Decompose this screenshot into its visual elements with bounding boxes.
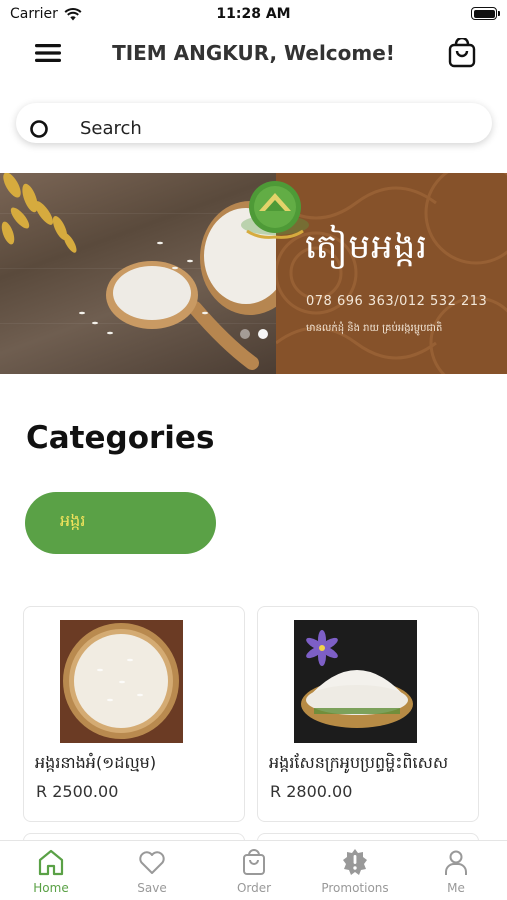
tab-label: Promotions (321, 881, 389, 895)
tab-home[interactable]: Home (1, 847, 101, 900)
tab-promotions[interactable]: Promotions (305, 847, 405, 900)
app-header: TIEM ANGKUR, Welcome! (0, 28, 507, 78)
tab-order[interactable]: Order (204, 847, 304, 900)
search-bar[interactable]: Search (16, 103, 492, 143)
banner-dot-active[interactable] (258, 329, 268, 339)
person-icon (445, 850, 467, 875)
product-image (60, 620, 183, 743)
banner-dot[interactable] (240, 329, 250, 339)
product-price: R 2800.00 (270, 782, 353, 801)
heart-icon (139, 851, 165, 874)
shopping-bag-icon (448, 38, 476, 68)
tab-label: Home (33, 881, 69, 895)
product-card[interactable]: អង្ករសែនក្រអូបប្រព្ធម្ហិះពិសេស R 2800.00 (257, 606, 479, 822)
product-card[interactable]: អង្ករនាងអំ(១ដល្មម) R 2500.00 (23, 606, 245, 822)
battery-icon (471, 7, 500, 20)
product-image (294, 620, 417, 743)
promo-banner[interactable]: តៀមអង្ករ 078 696 363/012 532 213 មានលក់ដ… (0, 173, 507, 374)
categories-heading: Categories (26, 420, 215, 456)
tab-me[interactable]: Me (406, 847, 506, 900)
banner-brand-name: តៀមអង្ករ (305, 227, 429, 267)
category-chip-label: អង្ករ (60, 511, 86, 530)
search-icon (30, 120, 48, 138)
bottom-tab-bar: Home Save Order Promotions Me (0, 840, 507, 900)
banner-phone: 078 696 363/012 532 213 (306, 294, 488, 309)
banner-tagline: មានលក់ដុំ និង រាយ គ្រប់អង្ករម្ហូបជាតិ (306, 323, 443, 334)
product-name: អង្ករនាងអំ(១ដល្មម) (35, 753, 157, 772)
search-placeholder: Search (80, 118, 142, 139)
rice-stalk-image (1, 173, 276, 370)
banner-pagination[interactable] (240, 329, 268, 339)
category-chip-rice[interactable]: អង្ករ (25, 492, 216, 554)
cart-button[interactable] (445, 36, 479, 70)
bag-icon (243, 849, 265, 875)
tab-label: Me (447, 881, 465, 895)
tab-label: Save (137, 881, 167, 895)
brand-logo (241, 181, 309, 239)
tab-save[interactable]: Save (102, 847, 202, 900)
status-bar: Carrier 11:28 AM (0, 0, 507, 28)
tab-label: Order (236, 881, 272, 895)
home-icon (38, 849, 64, 876)
product-price: R 2500.00 (36, 782, 119, 801)
product-name: អង្ករសែនក្រអូបប្រព្ធម្ហិះពិសេស (269, 753, 449, 772)
badge-alert-icon (343, 849, 367, 875)
banner-photo (0, 173, 276, 374)
page-title: TIEM ANGKUR, Welcome! (112, 41, 395, 65)
status-time: 11:28 AM (216, 6, 291, 22)
